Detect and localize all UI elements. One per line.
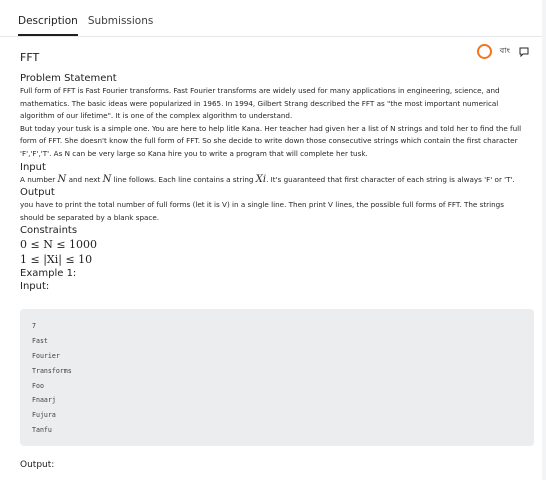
problem-content: Problem Statement Full form of FFT is Fa… bbox=[20, 72, 534, 446]
problem-panel: Description Submissions FFT বাং Problem … bbox=[0, 0, 542, 480]
example-input-block: 7 Fast Fourier Transforms Foo Fnaarj Fuj… bbox=[20, 309, 534, 446]
code-line: Fnaarj bbox=[32, 396, 56, 405]
code-line: Fast bbox=[32, 337, 48, 346]
code-line: Fujura bbox=[32, 411, 56, 420]
code-line: Foo bbox=[32, 381, 44, 390]
scrollbar[interactable] bbox=[542, 0, 546, 480]
language-toggle[interactable]: বাং bbox=[500, 45, 510, 58]
statement-paragraph-1: Full form of FFT is Fast Fourier transfo… bbox=[20, 86, 500, 121]
problem-title: FFT bbox=[20, 51, 40, 64]
code-line: Transforms bbox=[32, 366, 72, 375]
example-heading: Example 1: bbox=[20, 268, 77, 280]
tab-bar: Description Submissions bbox=[0, 0, 542, 37]
code-line: 7 bbox=[32, 322, 36, 331]
code-line: Tanfu bbox=[32, 425, 52, 434]
title-icons: বাং bbox=[476, 44, 530, 59]
input-heading: Input bbox=[20, 161, 46, 173]
code-line: Fourier bbox=[32, 351, 60, 360]
title-row: FFT বাং bbox=[20, 44, 530, 64]
example-output-label: Output: bbox=[20, 460, 55, 470]
statement-heading: Problem Statement bbox=[20, 73, 117, 84]
example-input-label: Input: bbox=[20, 281, 50, 293]
output-description: you have to print the total number of fu… bbox=[20, 200, 504, 222]
input-description: A number N and next N line follows. Each… bbox=[20, 173, 515, 185]
tab-submissions[interactable]: Submissions bbox=[88, 15, 154, 36]
constraints-heading: Constraints bbox=[20, 225, 78, 237]
constraint-2: 1 ≤ |Xi| ≤ 10 bbox=[20, 253, 93, 267]
statement-paragraph-2: But today your tusk is a simple one. You… bbox=[20, 123, 522, 158]
output-heading: Output bbox=[20, 187, 55, 199]
chat-icon[interactable] bbox=[518, 46, 530, 58]
circle-ring-icon[interactable] bbox=[476, 44, 492, 59]
constraint-1: 0 ≤ N ≤ 1000 bbox=[20, 238, 98, 252]
tab-description[interactable]: Description bbox=[18, 15, 78, 36]
